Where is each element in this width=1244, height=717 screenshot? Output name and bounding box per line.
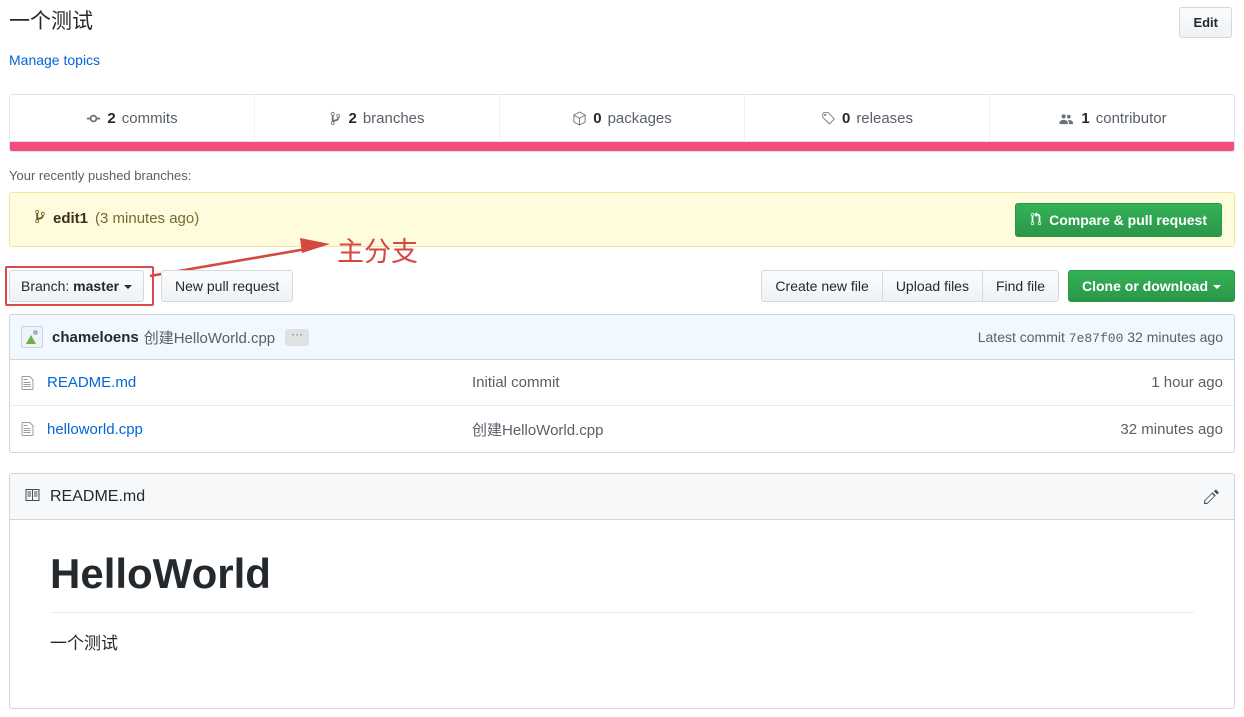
readme-heading: HelloWorld — [50, 548, 1194, 613]
repo-header: 一个测试 Manage topics Edit — [0, 0, 1244, 78]
latest-commit-info: Latest commit 7e87f00 32 minutes ago — [978, 329, 1223, 346]
stat-branches-count: 2 — [348, 109, 357, 127]
stat-commits[interactable]: 2 commits — [10, 95, 255, 141]
pushed-branch-entry[interactable]: edit1 (3 minutes ago) — [34, 209, 199, 228]
readme-paragraph: 一个测试 — [50, 634, 118, 653]
file-link[interactable]: README.md — [47, 374, 472, 391]
contributors-icon — [1057, 111, 1075, 126]
commit-expand-button[interactable]: ··· — [285, 328, 310, 346]
compare-pull-request-label: Compare & pull request — [1049, 212, 1207, 228]
file-commit-age: 1 hour ago — [1151, 374, 1223, 391]
latest-commit-age: 32 minutes ago — [1127, 328, 1223, 345]
compare-pull-request-button[interactable]: Compare & pull request — [1015, 203, 1222, 237]
pushed-branches-label: Your recently pushed branches: — [9, 168, 192, 183]
branch-selector-name: master — [73, 278, 120, 294]
repo-stats-section: 2 commits 2 branches 0 packages 0 releas… — [9, 94, 1235, 152]
repo-stats-bar: 2 commits 2 branches 0 packages 0 releas… — [9, 94, 1235, 142]
branch-icon — [34, 209, 46, 228]
repo-description: 一个测试 — [9, 10, 93, 33]
find-file-button[interactable]: Find file — [981, 270, 1059, 302]
stat-contributors[interactable]: 1 contributor — [990, 95, 1234, 141]
latest-commit-prefix: Latest commit — [977, 328, 1065, 345]
avatar — [21, 326, 43, 348]
clone-or-download-button[interactable]: Clone or download — [1068, 270, 1235, 302]
new-pull-request-button[interactable]: New pull request — [161, 270, 294, 302]
file-commit-message[interactable]: 创建HelloWorld.cpp — [472, 419, 1120, 440]
stat-commits-label: commits — [121, 109, 178, 127]
stat-contributors-label: contributor — [1095, 109, 1167, 127]
branch-selector-button[interactable]: Branch: master — [9, 270, 145, 302]
branch-icon — [329, 111, 342, 126]
pushed-branch-name: edit1 — [53, 210, 89, 227]
readme-title: README.md — [50, 487, 146, 505]
commit-author[interactable]: chameloens — [52, 329, 139, 346]
commit-message[interactable]: 创建HelloWorld.cpp — [144, 327, 275, 348]
file-icon — [21, 375, 38, 391]
file-table: chameloens 创建HelloWorld.cpp ··· Latest c… — [9, 314, 1235, 453]
file-icon — [21, 421, 38, 437]
tag-icon — [821, 111, 836, 126]
upload-files-button[interactable]: Upload files — [881, 270, 982, 302]
annotation-label: 主分支 — [337, 237, 418, 268]
branch-selector-prefix: Branch: — [21, 278, 70, 294]
stat-contributors-count: 1 — [1081, 109, 1090, 127]
book-icon — [24, 487, 41, 506]
file-link[interactable]: helloworld.cpp — [47, 421, 472, 438]
stat-releases-count: 0 — [841, 109, 851, 127]
stat-releases-label: releases — [856, 109, 914, 127]
create-new-file-button[interactable]: Create new file — [761, 270, 882, 302]
table-row: helloworld.cpp 创建HelloWorld.cpp 32 minut… — [10, 406, 1234, 452]
stat-branches-label: branches — [362, 109, 425, 127]
language-bar[interactable] — [9, 142, 1235, 152]
file-commit-message[interactable]: Initial commit — [472, 374, 1151, 391]
commit-icon — [86, 111, 101, 126]
stat-commits-count: 2 — [107, 109, 116, 127]
stat-branches[interactable]: 2 branches — [255, 95, 500, 141]
package-icon — [572, 110, 587, 126]
chevron-down-icon — [1213, 285, 1221, 289]
readme-panel: README.md HelloWorld 一个测试 — [9, 473, 1235, 709]
latest-commit-sha[interactable]: 7e87f00 — [1069, 331, 1124, 346]
table-row: README.md Initial commit 1 hour ago — [10, 360, 1234, 406]
pushed-branches-banner: edit1 (3 minutes ago) Compare & pull req… — [9, 192, 1235, 247]
stat-packages-count: 0 — [593, 109, 602, 127]
clone-or-download-label: Clone or download — [1082, 278, 1208, 294]
pushed-branch-age: (3 minutes ago) — [95, 210, 200, 227]
chevron-down-icon — [124, 285, 133, 289]
stat-releases[interactable]: 0 releases — [745, 95, 990, 141]
pencil-icon[interactable] — [1203, 488, 1220, 505]
repo-actions-group: Create new file Upload files Find file C… — [761, 270, 1235, 302]
language-segment-cpp[interactable] — [10, 142, 1234, 151]
stat-packages-label: packages — [607, 109, 672, 127]
stat-packages[interactable]: 0 packages — [500, 95, 745, 141]
latest-commit-row: chameloens 创建HelloWorld.cpp ··· Latest c… — [10, 315, 1234, 360]
manage-topics-link[interactable]: Manage topics — [9, 50, 100, 70]
readme-header: README.md — [10, 474, 1234, 520]
repository-page: 一个测试 Manage topics Edit 2 commits 2 bran… — [0, 0, 1244, 717]
git-pull-request-icon — [1030, 211, 1042, 229]
edit-button[interactable]: Edit — [1179, 7, 1232, 38]
file-commit-age: 32 minutes ago — [1120, 420, 1223, 438]
readme-body: HelloWorld 一个测试 — [10, 520, 1234, 685]
